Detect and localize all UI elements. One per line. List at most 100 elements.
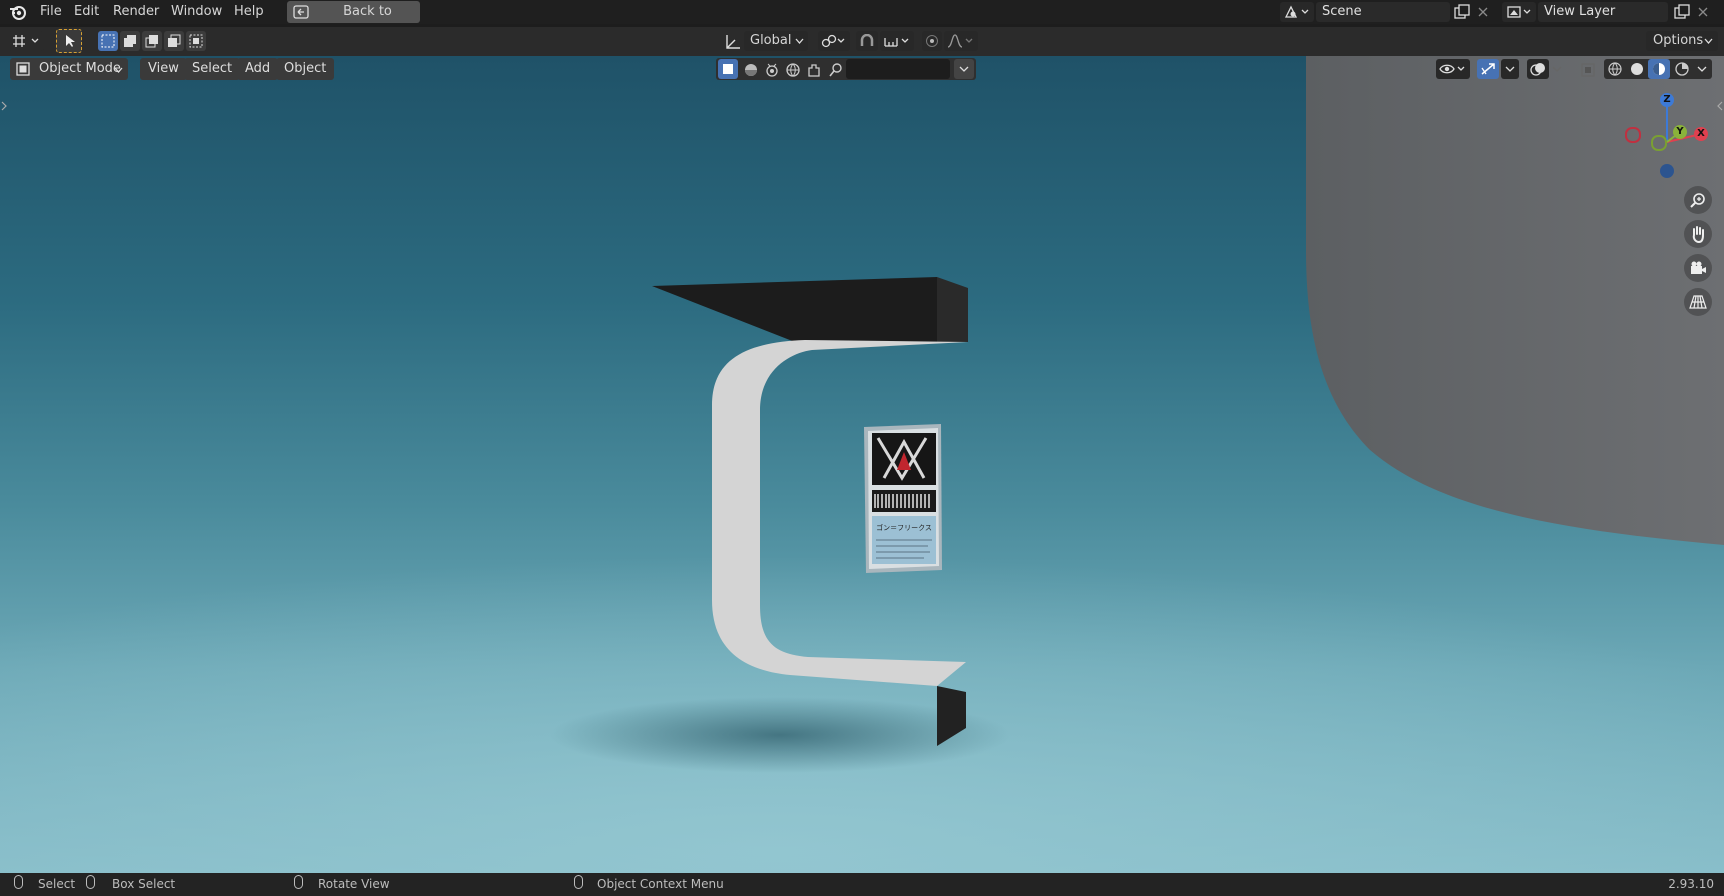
view-menu[interactable]: View [140, 58, 187, 80]
snap-toggle-button[interactable] [856, 31, 878, 51]
gizmo-neg-x-axis[interactable] [1625, 127, 1641, 143]
tool-header: Global Options [0, 27, 1724, 56]
sidebar-expand-arrow-icon[interactable] [1717, 101, 1723, 111]
filter-texture-icon[interactable] [806, 62, 822, 78]
view-layer-icon [1507, 6, 1531, 18]
viewport-scene-render: ゴン＝フリークス [0, 56, 1724, 873]
gizmo-toggle-button[interactable] [1477, 59, 1499, 79]
delete-scene-icon[interactable] [1477, 6, 1489, 18]
chevron-down-icon [114, 67, 123, 73]
transform-orientation-dropdown[interactable]: Global [744, 31, 808, 51]
filter-world-icon[interactable] [785, 62, 801, 78]
filter-search-icon[interactable] [828, 62, 844, 78]
select-mode-intersect-button[interactable] [186, 31, 206, 51]
material-preview-button[interactable] [1648, 59, 1670, 79]
status-context-menu: Object Context Menu [597, 877, 724, 891]
gizmo-x-axis[interactable]: X [1694, 127, 1708, 141]
select-mode-invert-button[interactable] [164, 31, 184, 51]
select-mode-extend-button[interactable] [120, 31, 140, 51]
tweak-tool-button[interactable] [56, 29, 82, 53]
pivot-point-dropdown[interactable] [818, 31, 850, 51]
new-view-layer-icon[interactable] [1673, 4, 1691, 20]
rendered-shading-icon[interactable] [1674, 61, 1690, 77]
overlays-chevron-icon[interactable] [1552, 66, 1562, 72]
status-bar: Select Box Select Rotate View Object Con… [0, 873, 1724, 896]
filter-search-input[interactable] [846, 59, 950, 79]
wireframe-shading-icon[interactable] [1607, 61, 1623, 77]
scene-type-button[interactable] [1280, 2, 1314, 22]
toolbar-expand-arrow-icon[interactable] [1, 101, 7, 111]
filter-light-icon[interactable] [764, 62, 780, 78]
gizmo-neg-y-axis[interactable] [1651, 135, 1667, 151]
left-mouse-icon [14, 875, 23, 889]
view-layer-type-button[interactable] [1502, 2, 1536, 22]
chevron-down-icon [1704, 38, 1713, 44]
gizmo-neg-z-axis[interactable] [1660, 164, 1674, 178]
status-box-select: Box Select [112, 877, 176, 891]
material-preview-icon [1653, 63, 1665, 75]
visibility-dropdown[interactable] [1436, 59, 1470, 79]
object-menu[interactable]: Object [276, 58, 335, 80]
new-scene-icon[interactable] [1453, 4, 1471, 20]
view-layer-name-field[interactable]: View Layer [1538, 2, 1668, 22]
viewport-editor-icon [13, 35, 39, 47]
filter-mesh-button[interactable] [718, 59, 738, 79]
select-menu[interactable]: Select [184, 58, 241, 80]
back-to-previous-button[interactable]: Back to Previous [287, 1, 420, 41]
pivot-point-icon [821, 34, 845, 48]
snap-target-dropdown[interactable] [880, 31, 914, 51]
chevron-down-icon [795, 38, 804, 44]
hunter-license-card[interactable] [864, 424, 942, 573]
zoom-button[interactable] [1684, 186, 1712, 214]
gizmo-icon [1481, 63, 1495, 75]
status-rotate-view: Rotate View [318, 877, 390, 891]
menu-render[interactable]: Render [113, 3, 159, 21]
proportional-editing-button[interactable] [922, 31, 942, 51]
xray-toggle-icon[interactable] [1580, 62, 1596, 78]
perspective-toggle-button[interactable] [1684, 288, 1712, 316]
falloff-dropdown[interactable] [944, 31, 978, 51]
options-dropdown[interactable]: Options [1646, 31, 1718, 51]
select-mode-subtract-button[interactable] [142, 31, 162, 51]
hand-icon [1692, 226, 1704, 243]
overlays-toggle-button[interactable] [1527, 59, 1549, 79]
gizmo-z-label: Z [1663, 94, 1671, 105]
select-invert-icon [168, 34, 181, 47]
object-mode-dropdown[interactable]: Object Mode [10, 58, 128, 80]
delete-view-layer-icon[interactable] [1697, 6, 1709, 18]
camera-view-button[interactable] [1684, 254, 1712, 282]
object-mode-label: Object Mode [39, 61, 121, 76]
scene-name: Scene [1322, 4, 1362, 19]
gizmo-y-label: Y [1676, 126, 1684, 137]
object-filter-bar [716, 58, 976, 80]
right-mouse-icon [574, 875, 583, 889]
editor-type-button[interactable] [8, 31, 44, 51]
menu-window[interactable]: Window [171, 3, 222, 21]
snap-increment-icon [884, 38, 909, 47]
menu-file[interactable]: File [40, 3, 62, 21]
menu-help[interactable]: Help [234, 3, 264, 21]
navigation-gizmo[interactable]: Z X Y [1616, 92, 1716, 182]
menu-edit[interactable]: Edit [74, 3, 99, 21]
falloff-curve-icon [947, 34, 973, 48]
gizmo-options-dropdown[interactable] [1501, 59, 1519, 79]
filter-material-icon[interactable] [743, 62, 759, 78]
select-mode-set-button[interactable] [98, 31, 118, 51]
grid-perspective-icon [1689, 295, 1707, 309]
3d-viewport[interactable]: ゴン＝フリークス Object Mode View Select Add Obj… [0, 56, 1724, 873]
add-menu[interactable]: Add [237, 58, 279, 80]
solid-shading-icon[interactable] [1629, 61, 1645, 77]
shading-options-chevron-icon[interactable] [1697, 66, 1707, 72]
gizmo-z-axis[interactable]: Z [1660, 93, 1674, 107]
pan-button[interactable] [1684, 220, 1712, 248]
select-set-icon [101, 34, 115, 48]
object-mode-icon [16, 62, 30, 76]
scene-name-field[interactable]: Scene [1316, 2, 1450, 22]
filter-options-button[interactable] [954, 59, 974, 79]
select-subtract-icon [145, 35, 158, 48]
zoom-icon [1690, 193, 1705, 208]
overlays-icon [1530, 63, 1545, 76]
blender-logo-icon[interactable] [8, 3, 28, 21]
gizmo-y-axis[interactable]: Y [1673, 125, 1687, 139]
magnet-icon [860, 34, 874, 46]
